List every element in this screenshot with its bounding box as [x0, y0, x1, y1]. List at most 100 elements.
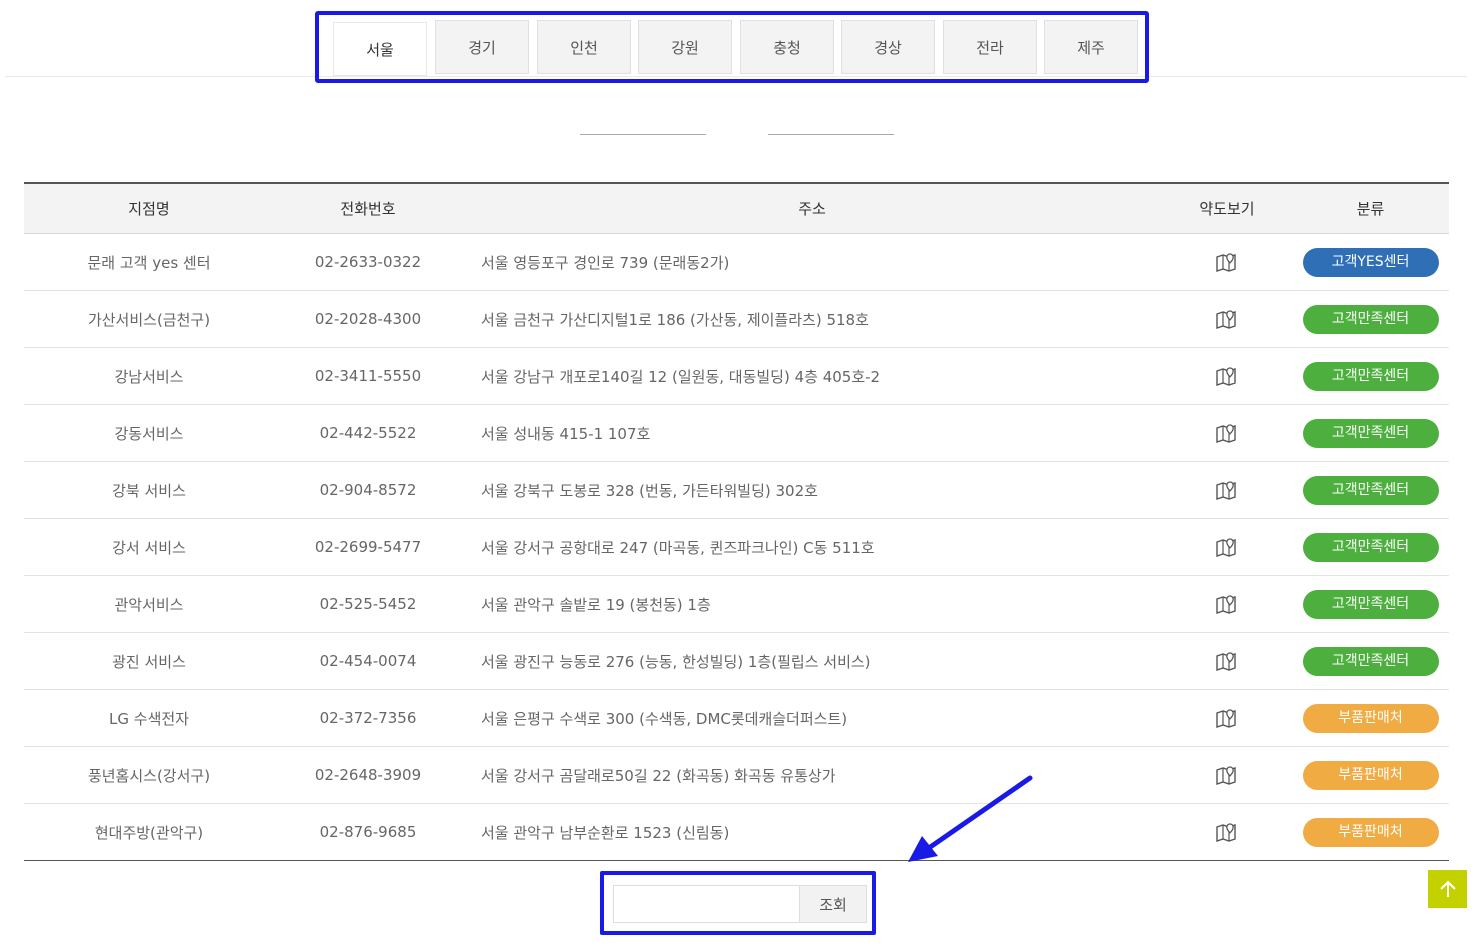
branch-phone: 02-2699-5477: [274, 518, 462, 576]
category-badge[interactable]: 고객만족센터: [1302, 418, 1439, 448]
category-cell: 고객만족센터: [1292, 518, 1449, 576]
branch-address: 서울 은평구 수색로 300 (수색동, DMC롯데캐슬더퍼스트): [462, 689, 1162, 747]
category-badge[interactable]: 고객만족센터: [1302, 646, 1439, 676]
branch-name: 강서 서비스: [24, 518, 274, 576]
map-pin-icon[interactable]: [1215, 822, 1239, 842]
map-pin-icon[interactable]: [1215, 252, 1239, 272]
map-cell: [1162, 689, 1292, 747]
scroll-top-button[interactable]: [1428, 870, 1467, 908]
header-map: 약도보기: [1162, 183, 1292, 234]
branch-name: 현대주방(관악구): [94, 823, 204, 842]
header-category: 분류: [1292, 183, 1449, 234]
category-badge[interactable]: 고객만족센터: [1302, 361, 1439, 391]
category-cell: 고객만족센터: [1292, 404, 1449, 462]
branch-phone: 02-372-7356: [274, 689, 462, 747]
map-pin-icon[interactable]: [1215, 651, 1239, 671]
table-row: 강동서비스 02-442-5522 서울 성내동 415-1 107호 고객만족센터: [24, 404, 1449, 462]
branch-phone: 02-2633-0322: [274, 233, 462, 291]
branch-address: 서울 성내동 415-1 107호: [462, 404, 1162, 462]
category-badge[interactable]: 부품판매처: [1302, 703, 1439, 733]
map-pin-icon[interactable]: [1215, 765, 1239, 785]
branch-address: 서울 강남구 개포로140길 12 (일원동, 대동빌딩) 4층 405호-2: [462, 347, 1162, 405]
table-row: 강남서비스 02-3411-5550 서울 강남구 개포로140길 12 (일원동,…: [24, 347, 1449, 405]
map-pin-icon[interactable]: [1215, 537, 1239, 557]
header-branch-name: 지점명: [24, 183, 274, 234]
tab-region[interactable]: 경상: [841, 20, 935, 74]
map-cell: [1162, 347, 1292, 405]
branch-address: 서울 금천구 가산디지털1로 186 (가산동, 제이플라츠) 518호: [462, 290, 1162, 348]
branch-address: 서울 강북구 도봉로 328 (번동, 가든타워빌딩) 302호: [462, 461, 1162, 519]
map-pin-icon[interactable]: [1215, 708, 1239, 728]
map-cell: [1162, 461, 1292, 519]
branch-phone: 02-876-9685: [319, 823, 417, 841]
map-cell: [1162, 632, 1292, 690]
branch-name: 관악서비스: [24, 575, 274, 633]
search-button[interactable]: 조회: [799, 885, 867, 923]
search-highlight: 조회: [600, 871, 876, 935]
table-row: 광진 서비스 02-454-0074 서울 광진구 능동로 276 (능동, 한성빌…: [24, 632, 1449, 690]
branch-address: 서울 강서구 곰달래로50길 22 (화곡동) 화곡동 유통상가: [462, 746, 1162, 804]
category-cell: 부품판매처: [1292, 746, 1449, 804]
tab-region[interactable]: 서울: [333, 22, 427, 76]
map-pin-icon[interactable]: [1215, 309, 1239, 329]
tab-region[interactable]: 인천: [537, 20, 631, 74]
table-row: 강북 서비스 02-904-8572 서울 강북구 도봉로 328 (번동, 가든타…: [24, 461, 1449, 519]
branch-phone: 02-454-0074: [274, 632, 462, 690]
category-badge[interactable]: 부품판매처: [1302, 817, 1439, 847]
tab-region[interactable]: 충청: [740, 20, 834, 74]
table-row: 강서 서비스 02-2699-5477 서울 강서구 공항대로 247 (마곡동, …: [24, 518, 1449, 576]
branch-name: 강동서비스: [24, 404, 274, 462]
branch-address: 서울 영등포구 경인로 739 (문래동2가): [462, 233, 1162, 291]
category-cell: 고객만족센터: [1292, 347, 1449, 405]
category-cell: 부품판매처: [1292, 804, 1449, 861]
category-cell: 고객만족센터: [1292, 290, 1449, 348]
branch-name: 강남서비스: [24, 347, 274, 405]
branch-phone: 02-2648-3909: [274, 746, 462, 804]
branch-name: 광진 서비스: [24, 632, 274, 690]
map-pin-icon[interactable]: [1215, 423, 1239, 443]
category-badge[interactable]: 고객YES센터: [1302, 247, 1439, 277]
branch-name: LG 수색전자: [24, 689, 274, 747]
map-pin-icon[interactable]: [1215, 366, 1239, 386]
category-badge[interactable]: 고객만족센터: [1302, 304, 1439, 334]
tab-region[interactable]: 전라: [943, 20, 1037, 74]
table-row: 문래 고객 yes 센터 02-2633-0322 서울 영등포구 경인로 739 …: [24, 233, 1449, 291]
map-cell: [1162, 233, 1292, 291]
tab-region[interactable]: 강원: [638, 20, 732, 74]
table-header-row: 지점명 전화번호 주소 약도보기 분류: [24, 183, 1449, 234]
table-row: 풍년홈시스(강서구) 02-2648-3909 서울 강서구 곰달래로50길 22 …: [24, 746, 1449, 804]
category-cell: 고객만족센터: [1292, 461, 1449, 519]
arrow-up-icon: [1439, 880, 1456, 897]
header-phone: 전화번호: [274, 183, 462, 234]
category-cell: 고객만족센터: [1292, 575, 1449, 633]
tab-region[interactable]: 경기: [435, 20, 529, 74]
search-input[interactable]: [613, 885, 799, 923]
filter-underline-left: [580, 134, 706, 135]
branch-address: 서울 강서구 공항대로 247 (마곡동, 퀸즈파크나인) C동 511호: [462, 518, 1162, 576]
branch-name: 가산서비스(금천구): [24, 290, 274, 348]
table-row: LG 수색전자 02-372-7356 서울 은평구 수색로 300 (수색동, D…: [24, 689, 1449, 747]
branch-name: 풍년홈시스(강서구): [24, 746, 274, 804]
category-cell: 부품판매처: [1292, 689, 1449, 747]
category-cell: 고객만족센터: [1292, 632, 1449, 690]
service-center-table: 지점명 전화번호 주소 약도보기 분류 문래 고객 yes 센터 02-2633-…: [24, 182, 1449, 861]
branch-phone: 02-904-8572: [274, 461, 462, 519]
map-pin-icon[interactable]: [1215, 594, 1239, 614]
branch-phone: 02-442-5522: [274, 404, 462, 462]
annotation-arrow-icon: [908, 775, 1033, 862]
header-address: 주소: [462, 183, 1162, 234]
category-cell: 고객YES센터: [1292, 233, 1449, 291]
branch-address: 서울 광진구 능동로 276 (능동, 한성빌딩) 1층(필립스 서비스): [462, 632, 1162, 690]
map-cell: [1162, 290, 1292, 348]
category-badge[interactable]: 고객만족센터: [1302, 589, 1439, 619]
tab-region[interactable]: 제주: [1044, 20, 1138, 74]
category-badge[interactable]: 부품판매처: [1302, 760, 1439, 790]
category-badge[interactable]: 고객만족센터: [1302, 475, 1439, 505]
branch-phone: 02-2028-4300: [274, 290, 462, 348]
map-pin-icon[interactable]: [1215, 480, 1239, 500]
map-cell: [1162, 746, 1292, 804]
category-badge[interactable]: 고객만족센터: [1302, 532, 1439, 562]
branch-phone: 02-3411-5550: [274, 347, 462, 405]
map-cell: [1162, 404, 1292, 462]
branch-address: 서울 관악구 솔밭로 19 (봉천동) 1층: [462, 575, 1162, 633]
